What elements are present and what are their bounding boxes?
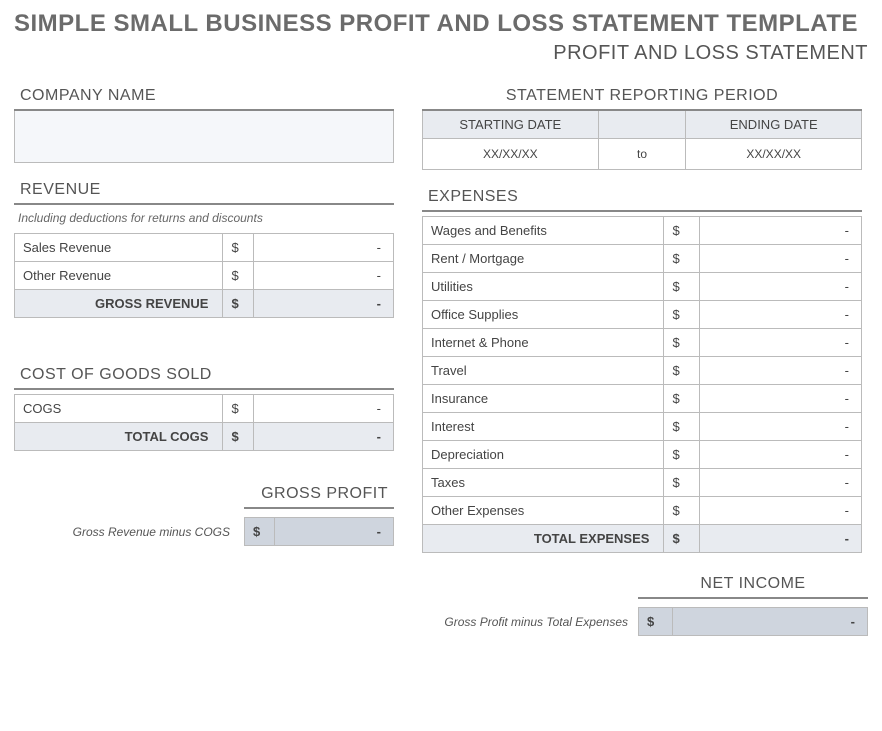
total-cogs-row: TOTAL COGS $ -: [15, 423, 394, 451]
row-label: Rent / Mortgage: [423, 245, 664, 273]
row-value[interactable]: -: [699, 385, 861, 413]
currency-symbol: $: [223, 395, 253, 423]
row-label: Interest: [423, 413, 664, 441]
currency-symbol: $: [223, 423, 253, 451]
currency-symbol: $: [664, 469, 699, 497]
total-label: TOTAL EXPENSES: [423, 525, 664, 553]
currency-symbol: $: [223, 290, 253, 318]
table-row: Interest$-: [423, 413, 862, 441]
total-value: -: [699, 525, 861, 553]
table-row: Internet & Phone$-: [423, 329, 862, 357]
gross-profit-note: Gross Revenue minus COGS: [14, 525, 234, 539]
row-label: Other Revenue: [15, 262, 223, 290]
period-separator: to: [598, 139, 686, 170]
row-value[interactable]: -: [699, 301, 861, 329]
table-row: Other Revenue $ -: [15, 262, 394, 290]
revenue-table: Sales Revenue $ - Other Revenue $ - GROS…: [14, 233, 394, 318]
currency-symbol: $: [664, 413, 699, 441]
currency-symbol: $: [664, 357, 699, 385]
period-table: STARTING DATE ENDING DATE XX/XX/XX to XX…: [422, 111, 862, 170]
table-row: COGS $ -: [15, 395, 394, 423]
starting-date-header: STARTING DATE: [423, 111, 599, 139]
row-label: Utilities: [423, 273, 664, 301]
total-expenses-row: TOTAL EXPENSES $ -: [423, 525, 862, 553]
currency-symbol: $: [664, 525, 699, 553]
row-value[interactable]: -: [699, 245, 861, 273]
revenue-header: REVENUE: [14, 181, 394, 205]
row-label: Sales Revenue: [15, 234, 223, 262]
gross-profit-value: -: [274, 518, 393, 546]
row-value[interactable]: -: [699, 413, 861, 441]
net-income-value: -: [673, 608, 868, 636]
total-label: TOTAL COGS: [15, 423, 223, 451]
total-label: GROSS REVENUE: [15, 290, 223, 318]
row-label: Other Expenses: [423, 497, 664, 525]
row-label: Wages and Benefits: [423, 217, 664, 245]
currency-symbol: $: [223, 262, 253, 290]
cogs-table: COGS $ - TOTAL COGS $ -: [14, 394, 394, 451]
row-value[interactable]: -: [699, 217, 861, 245]
row-value[interactable]: -: [253, 395, 393, 423]
company-name-input[interactable]: [14, 111, 394, 163]
currency-symbol: $: [664, 329, 699, 357]
row-label: Taxes: [423, 469, 664, 497]
page-title: SIMPLE SMALL BUSINESS PROFIT AND LOSS ST…: [14, 10, 868, 38]
currency-symbol: $: [664, 217, 699, 245]
currency-symbol: $: [664, 273, 699, 301]
row-value[interactable]: -: [253, 262, 393, 290]
row-value[interactable]: -: [699, 497, 861, 525]
currency-symbol: $: [223, 234, 253, 262]
currency-symbol: $: [664, 385, 699, 413]
table-row: Wages and Benefits$-: [423, 217, 862, 245]
table-row: Other Expenses$-: [423, 497, 862, 525]
row-label: Office Supplies: [423, 301, 664, 329]
currency-symbol: $: [639, 608, 673, 636]
currency-symbol: $: [664, 245, 699, 273]
table-row: Sales Revenue $ -: [15, 234, 394, 262]
row-label: Insurance: [423, 385, 664, 413]
expenses-table: Wages and Benefits$- Rent / Mortgage$- U…: [422, 216, 862, 553]
table-row: Taxes$-: [423, 469, 862, 497]
currency-symbol: $: [245, 518, 275, 546]
cogs-header: COST OF GOODS SOLD: [14, 366, 394, 390]
currency-symbol: $: [664, 441, 699, 469]
revenue-note: Including deductions for returns and dis…: [14, 205, 394, 233]
ending-date-header: ENDING DATE: [686, 111, 862, 139]
row-value[interactable]: -: [699, 273, 861, 301]
total-value: -: [253, 290, 393, 318]
row-value[interactable]: -: [699, 441, 861, 469]
currency-symbol: $: [664, 301, 699, 329]
row-label: COGS: [15, 395, 223, 423]
gross-profit-cell: $ -: [244, 517, 394, 546]
row-value[interactable]: -: [699, 357, 861, 385]
gross-revenue-row: GROSS REVENUE $ -: [15, 290, 394, 318]
ending-date-input[interactable]: XX/XX/XX: [686, 139, 862, 170]
row-value[interactable]: -: [253, 234, 393, 262]
gross-profit-header: GROSS PROFIT: [244, 485, 394, 509]
total-value: -: [253, 423, 393, 451]
net-income-note: Gross Profit minus Total Expenses: [444, 615, 628, 629]
table-row: Insurance$-: [423, 385, 862, 413]
row-label: Internet & Phone: [423, 329, 664, 357]
row-value[interactable]: -: [699, 329, 861, 357]
table-row: Utilities$-: [423, 273, 862, 301]
row-value[interactable]: -: [699, 469, 861, 497]
expenses-header: EXPENSES: [422, 188, 862, 212]
company-name-header: COMPANY NAME: [14, 87, 394, 111]
net-income-header: NET INCOME: [638, 575, 868, 599]
period-header: STATEMENT REPORTING PERIOD: [422, 87, 862, 111]
table-row: Travel$-: [423, 357, 862, 385]
row-label: Depreciation: [423, 441, 664, 469]
table-row: Depreciation$-: [423, 441, 862, 469]
row-label: Travel: [423, 357, 664, 385]
page-subtitle: PROFIT AND LOSS STATEMENT: [14, 42, 868, 65]
currency-symbol: $: [664, 497, 699, 525]
net-income-cell: $ -: [638, 607, 868, 636]
table-row: Rent / Mortgage$-: [423, 245, 862, 273]
starting-date-input[interactable]: XX/XX/XX: [423, 139, 599, 170]
table-row: Office Supplies$-: [423, 301, 862, 329]
